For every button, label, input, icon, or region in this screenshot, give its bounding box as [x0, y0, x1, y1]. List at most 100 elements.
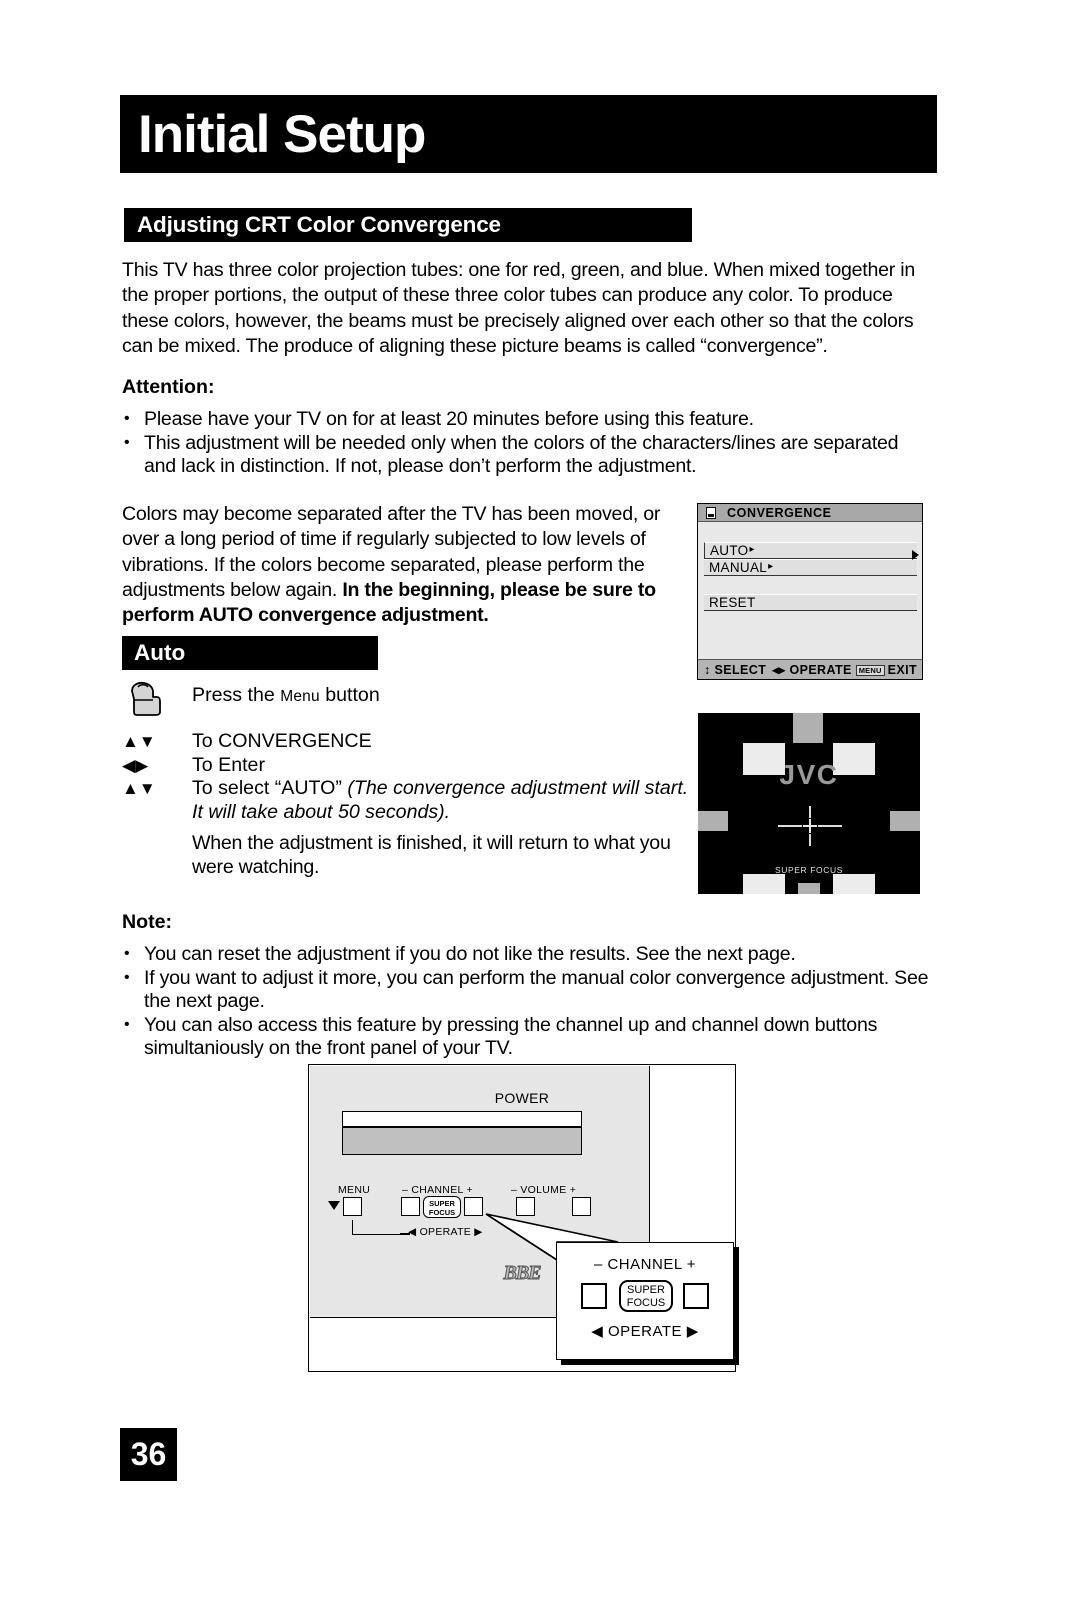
press-menu-suffix: button	[319, 684, 380, 706]
channel-label: – CHANNEL +	[402, 1184, 473, 1196]
auto-subsection-label: Auto	[134, 640, 186, 665]
up-down-arrows-icon: ▲▼	[122, 732, 156, 751]
pattern-block-bottom-center	[798, 883, 820, 894]
osd-menu-title: CONVERGENCE	[727, 505, 832, 520]
osd-title-bar: CONVERGENCE	[698, 504, 922, 522]
pattern-block-lower-left	[743, 874, 785, 894]
section-heading-bar: Adjusting CRT Color Convergence	[124, 208, 692, 242]
step-row-select-auto: ▲▼ To select “AUTO” (The convergence adj…	[122, 777, 692, 824]
pattern-block-lower-right	[833, 874, 875, 894]
osd-footer-operate: ◂▸ OPERATE	[772, 663, 852, 677]
osd-item-manual-label: MANUAL	[709, 560, 768, 575]
callout-channel-down-button[interactable]	[581, 1283, 607, 1309]
menu-button-chip: MENU	[855, 664, 885, 676]
volume-down-button[interactable]	[516, 1197, 535, 1216]
operate-bracket	[352, 1220, 401, 1235]
speaker-grille-strip	[342, 1126, 582, 1155]
list-item-text: This adjustment will be needed only when…	[144, 431, 899, 478]
osd-footer-bar: ↕ SELECT ◂▸ OPERATE MENU EXIT	[698, 659, 922, 679]
menu-button-name: Menu	[280, 688, 320, 705]
step-text: To Enter	[192, 753, 265, 776]
list-item: • This adjustment will be needed only wh…	[122, 432, 934, 479]
power-indicator-strip	[342, 1111, 582, 1127]
page-number-badge: 36	[120, 1428, 177, 1481]
channel-down-button[interactable]	[401, 1197, 420, 1216]
attention-heading: Attention:	[122, 376, 215, 398]
pattern-block-top-center	[793, 713, 823, 743]
channel-up-button[interactable]	[464, 1197, 483, 1216]
crosshair-center-vertical	[809, 819, 811, 833]
callout-operate-label: ◀ OPERATE ▶	[591, 1323, 699, 1340]
callout-super-focus-line2: FOCUS	[626, 1297, 666, 1309]
pattern-block-mid-left	[698, 811, 728, 831]
super-focus-button[interactable]: SUPER FOCUS	[423, 1196, 461, 1218]
page-title: Initial Setup	[138, 104, 426, 164]
super-focus-line1: SUPER	[429, 1198, 455, 1208]
osd-item-manual[interactable]: MANUAL ▸	[704, 559, 917, 576]
osd-item-reset[interactable]: RESET	[704, 594, 917, 611]
down-triangle-icon	[328, 1201, 340, 1210]
osd-footer-exit: MENU EXIT	[855, 662, 917, 677]
jvc-test-pattern-image: JVC SUPER FOCUS	[698, 713, 920, 894]
callout-channel-up-button[interactable]	[683, 1283, 709, 1309]
osd-cursor-arrow-icon	[912, 550, 919, 560]
step-text: To CONVERGENCE	[192, 730, 372, 752]
list-item: • Please have your TV on for at least 20…	[122, 408, 934, 432]
bullet-glyph: •	[124, 945, 130, 962]
osd-item-auto-label: AUTO	[710, 543, 749, 558]
step-text: To select “AUTO”	[192, 777, 348, 799]
section-heading-label: Adjusting CRT Color Convergence	[137, 212, 501, 237]
auto-subsection-bar: Auto	[122, 636, 378, 670]
bullet-glyph: •	[124, 433, 130, 451]
list-item: • You can also access this feature by pr…	[122, 1014, 934, 1061]
pressing-hand-icon	[126, 678, 166, 718]
tv-front-panel-diagram: POWER MENU – CHANNEL + – VOLUME + SUPER …	[308, 1064, 736, 1372]
list-item: • If you want to adjust it more, you can…	[122, 967, 934, 1014]
list-item-text: You can reset the adjustment if you do n…	[144, 943, 796, 965]
osd-footer-exit-label: EXIT	[887, 662, 917, 677]
chevron-right-icon: ▸	[749, 544, 755, 555]
operate-label: ◀ OPERATE ▶	[408, 1226, 483, 1238]
chevron-right-icon: ▸	[768, 561, 774, 572]
super-focus-callout: – CHANNEL + SUPER FOCUS ◀ OPERATE ▶	[556, 1242, 734, 1360]
auto-finish-note: When the adjustment is finished, it will…	[192, 832, 671, 878]
left-right-arrows-icon: ◀▶	[122, 755, 149, 775]
step-row-convergence: ▲▼ To CONVERGENCE	[122, 730, 692, 754]
page-number: 36	[130, 1436, 167, 1472]
convergence-explanation-paragraph: Colors may become separated after the TV…	[122, 502, 670, 628]
up-down-arrows-icon: ▲▼	[122, 779, 156, 798]
note-heading: Note:	[122, 911, 173, 933]
callout-channel-label: – CHANNEL +	[593, 1256, 697, 1273]
volume-label: – VOLUME +	[511, 1184, 577, 1196]
bullet-glyph: •	[124, 410, 130, 427]
osd-convergence-menu: CONVERGENCE AUTO ▸ MANUAL ▸ RESET ↕ SELE…	[697, 503, 923, 680]
volume-up-button[interactable]	[572, 1197, 591, 1216]
press-menu-prefix: Press the	[192, 684, 281, 706]
intro-paragraph: This TV has three color projection tubes…	[122, 259, 916, 357]
tv-icon	[706, 506, 716, 519]
menu-button[interactable]	[343, 1197, 362, 1216]
press-menu-instruction: Press the Menu button	[192, 684, 380, 707]
bullet-glyph: •	[124, 968, 130, 986]
page-title-banner: Initial Setup	[120, 95, 937, 173]
bullet-glyph: •	[124, 1015, 130, 1033]
list-item-text: If you want to adjust it more, you can p…	[144, 966, 929, 1013]
list-item-text: Please have your TV on for at least 20 m…	[144, 408, 754, 430]
pattern-caption: SUPER FOCUS	[775, 865, 843, 875]
callout-super-focus-button[interactable]: SUPER FOCUS	[619, 1280, 673, 1312]
callout-super-focus-line1: SUPER	[627, 1284, 665, 1296]
auto-steps-list: ▲▼ To CONVERGENCE ◀▶ To Enter ▲▼ To sele…	[122, 730, 692, 824]
menu-label: MENU	[338, 1184, 371, 1196]
attention-list: • Please have your TV on for at least 20…	[122, 408, 934, 479]
power-label: POWER	[494, 1090, 550, 1106]
list-item: • You can reset the adjustment if you do…	[122, 943, 934, 967]
super-focus-line2: FOCUS	[428, 1207, 456, 1217]
osd-item-auto[interactable]: AUTO ▸	[704, 542, 917, 559]
list-item-text: You can also access this feature by pres…	[144, 1013, 878, 1060]
osd-footer-select: ↕ SELECT	[704, 662, 767, 677]
osd-item-reset-label: RESET	[709, 595, 756, 610]
jvc-logo: JVC	[779, 759, 839, 790]
note-list: • You can reset the adjustment if you do…	[122, 943, 934, 1061]
step-row-enter: ◀▶ To Enter	[122, 754, 692, 778]
pattern-block-mid-right	[890, 811, 920, 831]
